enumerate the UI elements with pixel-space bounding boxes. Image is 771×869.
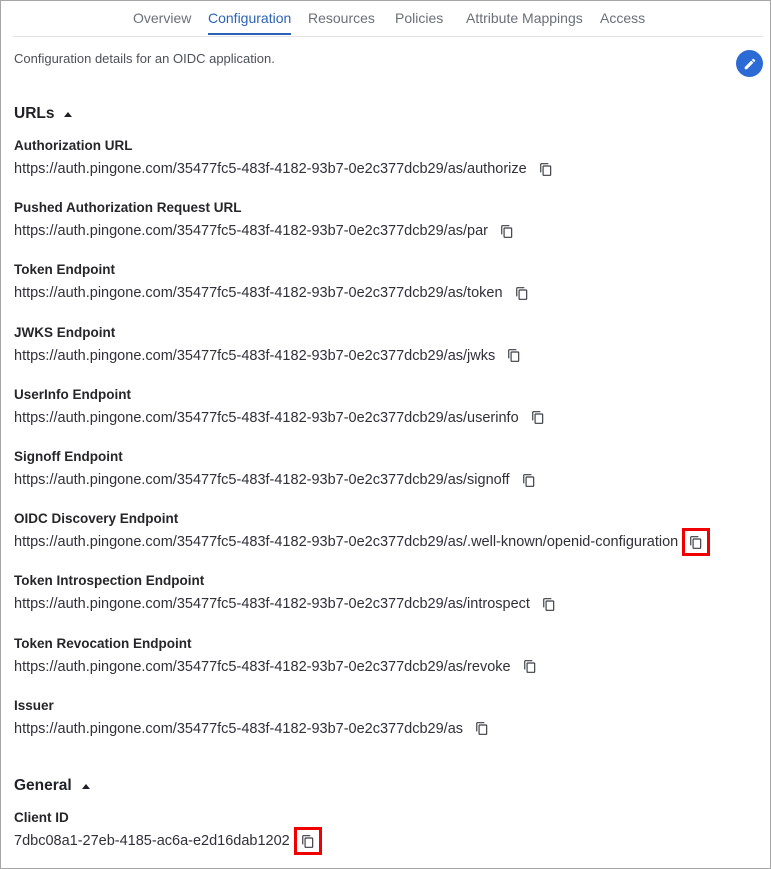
- field-issuer: Issuer https://auth.pingone.com/35477fc5-…: [14, 698, 493, 740]
- field-label: Token Endpoint: [14, 262, 115, 278]
- copy-icon[interactable]: [503, 345, 525, 367]
- field-jwks-endpoint: JWKS Endpoint https://auth.pingone.com/35…: [14, 325, 525, 367]
- field-value-row: https://auth.pingone.com/35477fc5-483f-4…: [14, 158, 557, 180]
- field-value-row: https://auth.pingone.com/35477fc5-483f-4…: [14, 718, 493, 740]
- field-value: https://auth.pingone.com/35477fc5-483f-4…: [14, 409, 519, 426]
- field-value: https://auth.pingone.com/35477fc5-483f-4…: [14, 658, 511, 675]
- copy-icon[interactable]: [471, 718, 493, 740]
- urls-section-title: URLs: [14, 105, 73, 123]
- field-value: https://auth.pingone.com/35477fc5-483f-4…: [14, 534, 679, 551]
- field-label: Token Introspection Endpoint: [14, 573, 205, 589]
- copy-icon[interactable]: [535, 158, 557, 180]
- field-token-endpoint: Token Endpoint https://auth.pingone.com/3…: [14, 262, 533, 304]
- field-value-row: https://auth.pingone.com/35477fc5-483f-4…: [14, 220, 518, 242]
- collapse-urls-caret-icon[interactable]: [64, 111, 73, 117]
- field-value: https://auth.pingone.com/35477fc5-483f-4…: [14, 285, 503, 302]
- field-value: https://auth.pingone.com/35477fc5-483f-4…: [14, 596, 530, 613]
- field-label: Authorization URL: [14, 138, 133, 153]
- general-section-label: General: [14, 777, 72, 794]
- tab-overview[interactable]: Overview: [133, 10, 191, 26]
- copy-icon[interactable]: [511, 282, 533, 304]
- tab-configuration[interactable]: Configuration: [208, 10, 292, 35]
- field-value-row: https://auth.pingone.com/35477fc5-483f-4…: [14, 656, 541, 678]
- field-value-row: https://auth.pingone.com/35477fc5-483f-4…: [14, 593, 560, 615]
- copy-icon[interactable]: [518, 469, 540, 491]
- field-pushed-authorization-request-url: Pushed Authorization Request URL https://…: [14, 200, 518, 242]
- field-authorization-url: Authorization URL https://auth.pingone.co…: [14, 138, 557, 180]
- field-value: 7dbc08a1-27eb-4185-ac6a-e2d16dab1202: [14, 833, 290, 849]
- field-label: UserInfo Endpoint: [14, 386, 131, 402]
- field-signoff-endpoint: Signoff Endpoint https://auth.pingone.com…: [14, 449, 540, 491]
- field-userinfo-endpoint: UserInfo Endpoint https://auth.pingone.co…: [14, 387, 549, 429]
- copy-icon[interactable]: [682, 528, 711, 557]
- tab-resources[interactable]: Resources: [308, 10, 375, 26]
- field-value-row: https://auth.pingone.com/35477fc5-483f-4…: [14, 282, 533, 304]
- field-value: https://auth.pingone.com/35477fc5-483f-4…: [14, 720, 464, 737]
- tab-bar: Overview Configuration Resources Policie…: [13, 0, 763, 37]
- general-section-title: General: [14, 777, 90, 795]
- field-value: https://auth.pingone.com/35477fc5-483f-4…: [14, 472, 510, 488]
- field-label: Token Revocation Endpoint: [14, 635, 192, 651]
- field-label: Issuer: [14, 697, 54, 713]
- copy-icon[interactable]: [519, 656, 541, 678]
- field-value-row: https://auth.pingone.com/35477fc5-483f-4…: [14, 407, 549, 429]
- field-value: https://auth.pingone.com/35477fc5-483f-4…: [14, 161, 527, 177]
- copy-icon[interactable]: [527, 407, 549, 429]
- field-value-row: https://auth.pingone.com/35477fc5-483f-4…: [14, 345, 525, 367]
- field-value-row: https://auth.pingone.com/35477fc5-483f-4…: [14, 469, 540, 491]
- urls-section-label: URLs: [14, 105, 55, 122]
- copy-icon[interactable]: [538, 593, 560, 615]
- field-oidc-discovery-endpoint: OIDC Discovery Endpoint https://auth.ping…: [14, 511, 711, 557]
- copy-icon[interactable]: [496, 220, 518, 242]
- field-token-introspection-endpoint: Token Introspection Endpoint https://auth…: [14, 573, 560, 615]
- field-value-row: https://auth.pingone.com/35477fc5-483f-4…: [14, 528, 711, 557]
- field-value-row: 7dbc08a1-27eb-4185-ac6a-e2d16dab1202: [14, 827, 322, 855]
- collapse-general-caret-icon[interactable]: [81, 783, 90, 789]
- edit-button[interactable]: [736, 50, 763, 77]
- page-description: Configuration details for an OIDC applic…: [14, 51, 275, 66]
- pencil-icon: [744, 58, 755, 69]
- tab-access[interactable]: Access: [600, 10, 645, 26]
- field-value: https://auth.pingone.com/35477fc5-483f-4…: [14, 347, 496, 364]
- field-label: Pushed Authorization Request URL: [14, 200, 242, 216]
- tab-policies[interactable]: Policies: [395, 10, 443, 26]
- copy-icon[interactable]: [293, 827, 322, 855]
- field-client-id: Client ID 7dbc08a1-27eb-4185-ac6a-e2d16da…: [14, 810, 322, 855]
- field-token-revocation-endpoint: Token Revocation Endpoint https://auth.pi…: [14, 636, 541, 678]
- field-label: Client ID: [14, 810, 69, 825]
- field-label: JWKS Endpoint: [14, 324, 116, 340]
- field-label: Signoff Endpoint: [14, 449, 123, 464]
- field-label: OIDC Discovery Endpoint: [14, 511, 179, 527]
- tab-attribute-mappings[interactable]: Attribute Mappings: [466, 10, 583, 26]
- field-value: https://auth.pingone.com/35477fc5-483f-4…: [14, 223, 489, 240]
